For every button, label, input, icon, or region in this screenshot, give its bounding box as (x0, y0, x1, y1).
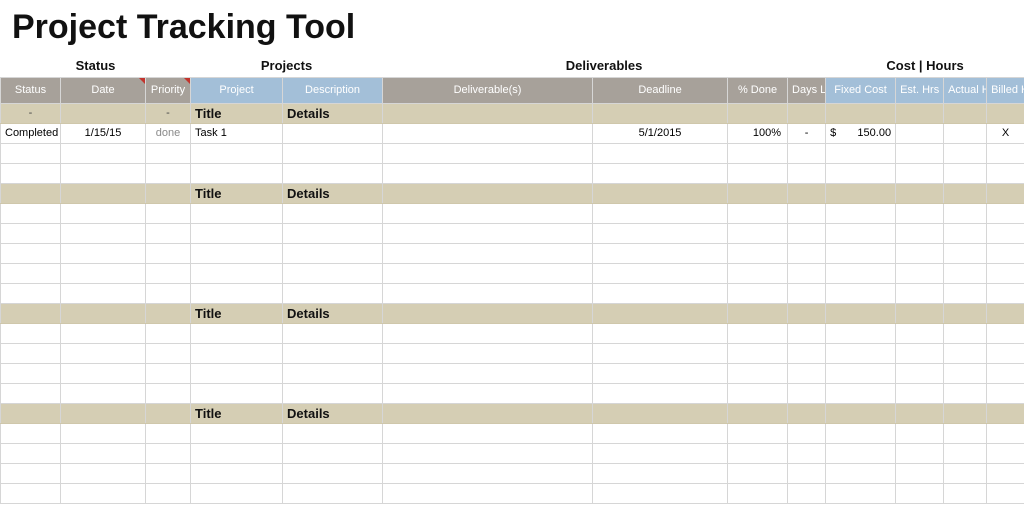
col-pdone[interactable]: % Done (728, 77, 788, 103)
col-actualhrs[interactable]: Actual Hrs (944, 77, 987, 103)
table-row (1, 143, 1024, 163)
cost-currency: $ (830, 127, 836, 139)
cell-esthrs[interactable] (896, 123, 944, 143)
tan-title[interactable]: Title (191, 183, 283, 203)
table-row (1, 323, 1024, 343)
table-row (1, 203, 1024, 223)
table-row (1, 423, 1024, 443)
col-fixedcost[interactable]: Fixed Cost (826, 77, 896, 103)
col-esthrs[interactable]: Est. Hrs (896, 77, 944, 103)
col-deadline[interactable]: Deadline (593, 77, 728, 103)
tan-details[interactable]: Details (283, 403, 383, 423)
tan-details[interactable]: Details (283, 103, 383, 123)
table-row (1, 223, 1024, 243)
tan-dash-priority: - (146, 103, 191, 123)
tan-title[interactable]: Title (191, 303, 283, 323)
cell-project[interactable]: Task 1 (191, 123, 283, 143)
tan-details[interactable]: Details (283, 183, 383, 203)
group-projects: Projects (191, 58, 383, 73)
cell-fixedcost[interactable]: $ 150.00 (826, 123, 896, 143)
table-row (1, 263, 1024, 283)
group-status: Status (1, 58, 191, 73)
cell-actualhrs[interactable] (944, 123, 987, 143)
cost-amount: 150.00 (857, 127, 891, 139)
cell-description[interactable] (283, 123, 383, 143)
col-project[interactable]: Project (191, 77, 283, 103)
section-title-row: Title Details (1, 183, 1024, 203)
cell-billedhrs[interactable]: X (987, 123, 1024, 143)
col-deliverables[interactable]: Deliverable(s) (383, 77, 593, 103)
cell-status[interactable]: Completed (1, 123, 61, 143)
tan-details[interactable]: Details (283, 303, 383, 323)
section-title-row: - - Title Details (1, 103, 1024, 123)
col-date[interactable]: Date (61, 77, 146, 103)
col-priority[interactable]: Priority (146, 77, 191, 103)
table-row (1, 463, 1024, 483)
cell-daysleft[interactable]: - (788, 123, 826, 143)
col-billedhrs[interactable]: Billed Hrs (987, 77, 1024, 103)
col-status[interactable]: Status (1, 77, 61, 103)
column-header-row: Status Date Priority Project Description… (1, 77, 1024, 103)
tan-title[interactable]: Title (191, 103, 283, 123)
table-row (1, 443, 1024, 463)
group-header-row: Status Projects Deliverables Cost | Hour… (1, 55, 1024, 77)
table-row (1, 483, 1024, 503)
tan-title[interactable]: Title (191, 403, 283, 423)
col-description[interactable]: Description (283, 77, 383, 103)
tan-dash-status: - (1, 103, 61, 123)
group-costhours: Cost | Hours (826, 58, 1024, 73)
table-row (1, 383, 1024, 403)
table-row: Completed 1/15/15 done Task 1 5/1/2015 1… (1, 123, 1024, 143)
section-title-row: Title Details (1, 403, 1024, 423)
cell-pdone[interactable]: 100% (728, 123, 788, 143)
table-row (1, 243, 1024, 263)
cell-date[interactable]: 1/15/15 (61, 123, 146, 143)
table-row (1, 163, 1024, 183)
col-daysleft[interactable]: Days Left (788, 77, 826, 103)
section-title-row: Title Details (1, 303, 1024, 323)
table-row (1, 283, 1024, 303)
cell-deadline[interactable]: 5/1/2015 (593, 123, 728, 143)
tracking-table: Status Projects Deliverables Cost | Hour… (0, 55, 1024, 504)
page-title: Project Tracking Tool (0, 0, 1024, 55)
cell-deliverables[interactable] (383, 123, 593, 143)
cell-priority[interactable]: done (146, 123, 191, 143)
table-row (1, 363, 1024, 383)
table-row (1, 343, 1024, 363)
group-deliverables: Deliverables (383, 58, 826, 73)
